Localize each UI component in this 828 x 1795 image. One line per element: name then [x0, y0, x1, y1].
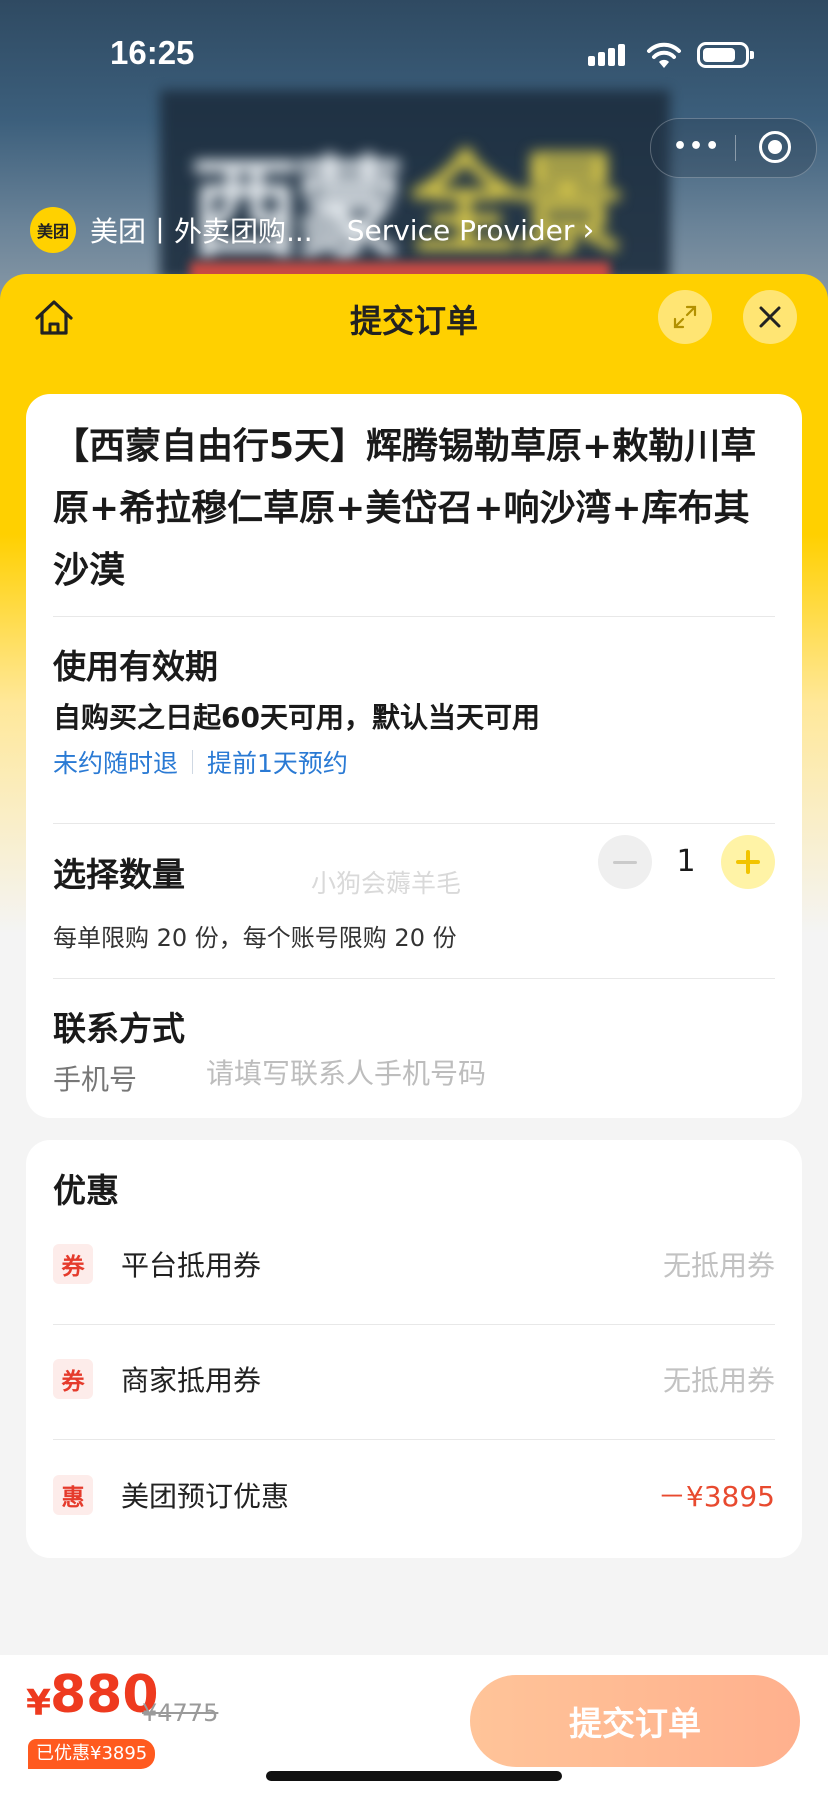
promotions-card: 优惠 券 平台抵用券 无抵用券 券 商家抵用券 无抵用券 惠 美团预订优惠 －¥… [26, 1140, 802, 1558]
quantity-value: 1 [676, 844, 696, 879]
merchant-coupon-row[interactable]: 券 商家抵用券 无抵用券 [53, 1339, 775, 1419]
minus-icon [613, 860, 637, 864]
order-sheet: 提交订单 【西蒙自由行5天】辉腾锡勒草原+敕勒川草原+希拉穆仁草原+美岱召+响沙… [0, 274, 828, 1795]
divider [53, 616, 775, 617]
capsule-divider [735, 135, 736, 161]
promo-label: 平台抵用券 [121, 1249, 262, 1282]
divider [53, 1324, 775, 1325]
promo-value: 无抵用券 [662, 1364, 775, 1397]
divider [53, 1439, 775, 1440]
coupon-badge: 券 [53, 1244, 93, 1284]
order-details-card: 【西蒙自由行5天】辉腾锡勒草原+敕勒川草原+希拉穆仁草原+美岱召+响沙湾+库布其… [26, 394, 802, 1118]
booking-discount-row: 惠 美团预订优惠 －¥3895 [53, 1455, 775, 1535]
phone-input[interactable] [204, 1050, 768, 1096]
discount-badge: 惠 [53, 1475, 93, 1515]
battery-icon [697, 42, 754, 68]
coupon-badge: 券 [53, 1359, 93, 1399]
refund-tag: 未约随时退 [53, 749, 179, 778]
close-icon [759, 306, 781, 328]
product-title: 【西蒙自由行5天】辉腾锡勒草原+敕勒川草原+希拉穆仁草原+美岱召+响沙湾+库布其… [53, 426, 757, 591]
cellular-signal-icon [588, 44, 628, 66]
submit-order-button[interactable]: 提交订单 [470, 1675, 800, 1767]
quantity-decrease-button[interactable] [598, 835, 652, 889]
saved-amount-badge: 已优惠¥3895 [28, 1739, 156, 1769]
purchase-limit-text: 每单限购 20 份，每个账号限购 20 份 [53, 924, 457, 952]
sheet-header: 提交订单 [0, 274, 828, 360]
meituan-logo: 美团 [30, 207, 76, 253]
more-dots-icon[interactable]: ••• [673, 136, 721, 158]
expand-icon [673, 305, 697, 329]
close-button[interactable] [743, 290, 797, 344]
service-provider-link[interactable]: Service Provider › [347, 213, 595, 248]
divider [53, 978, 775, 979]
chevron-right-icon: › [582, 212, 595, 248]
home-indicator [266, 1771, 562, 1781]
quantity-title: 选择数量 [53, 855, 185, 894]
promo-label: 商家抵用券 [121, 1364, 262, 1397]
promotions-title: 优惠 [53, 1171, 119, 1210]
quantity-increase-button[interactable] [721, 835, 775, 889]
promo-label: 美团预订优惠 [121, 1480, 290, 1513]
phone-label: 手机号 [53, 1063, 138, 1096]
status-time: 16:25 [110, 34, 195, 71]
expand-button[interactable] [658, 290, 712, 344]
platform-coupon-row[interactable]: 券 平台抵用券 无抵用券 [53, 1224, 775, 1304]
promo-value: 无抵用券 [662, 1249, 775, 1282]
validity-text: 自购买之日起60天可用，默认当天可用 [53, 701, 540, 734]
validity-tags: 未约随时退 提前1天预约 [53, 744, 348, 780]
provider-row: 美团 美团丨外卖团购... Service Provider › [30, 206, 594, 254]
provider-name: 美团丨外卖团购... [90, 215, 313, 248]
validity-title: 使用有效期 [53, 647, 218, 686]
divider [53, 823, 775, 824]
discount-value: －¥3895 [657, 1480, 775, 1513]
wifi-icon [647, 42, 681, 68]
watermark-text: 小狗会薅羊毛 [311, 869, 462, 898]
status-bar: 16:25 [0, 0, 828, 110]
tag-divider [192, 750, 194, 774]
currency-symbol: ¥ [26, 1683, 52, 1724]
target-icon[interactable] [759, 131, 791, 163]
reservation-tag: 提前1天预约 [207, 749, 348, 778]
original-price: ¥4775 [142, 1699, 219, 1727]
background-text-white: 西蒙 [190, 146, 404, 274]
miniprogram-capsule: ••• [650, 118, 817, 178]
contact-title: 联系方式 [53, 1009, 185, 1048]
service-provider-label: Service Provider [346, 213, 575, 247]
